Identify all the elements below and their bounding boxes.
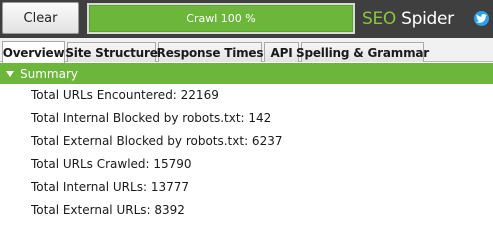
tab-spelling-grammar[interactable]: Spelling & Grammar <box>296 42 429 62</box>
twitter-icon[interactable] <box>474 11 489 26</box>
progress-text: Crawl 100 % <box>186 12 256 25</box>
list-item[interactable]: Total URLs Encountered: 22169 <box>31 84 219 107</box>
tab-overview[interactable]: Overview <box>2 41 65 63</box>
tab-bar: Overview Site Structure Response Times A… <box>0 38 493 63</box>
top-toolbar: Clear Crawl 100 % SEO Spider <box>0 0 493 38</box>
list-item[interactable]: Total Internal URLs: 13777 <box>31 176 189 199</box>
list-item[interactable]: Total Internal Blocked by robots.txt: 14… <box>31 107 271 130</box>
summary-section-header[interactable]: Summary <box>0 63 493 84</box>
crawl-progress-bar: Crawl 100 % <box>87 3 355 34</box>
logo-seo-text: SEO <box>362 9 397 29</box>
tab-response-times[interactable]: Response Times <box>157 42 264 62</box>
tab-site-structure[interactable]: Site Structure <box>65 42 158 62</box>
list-item[interactable]: Total URLs Crawled: 15790 <box>31 153 192 176</box>
list-item[interactable]: Total External Blocked by robots.txt: 62… <box>31 130 282 153</box>
tab-api[interactable]: API <box>264 42 299 62</box>
logo-spider-text: Spider <box>396 9 454 29</box>
expand-arrow-icon[interactable] <box>6 70 14 77</box>
list-item[interactable]: Total External URLs: 8392 <box>31 199 185 222</box>
summary-header-label: Summary <box>20 66 78 81</box>
clear-button[interactable]: Clear <box>2 2 79 34</box>
seo-spider-logo: SEO Spider <box>362 7 454 31</box>
